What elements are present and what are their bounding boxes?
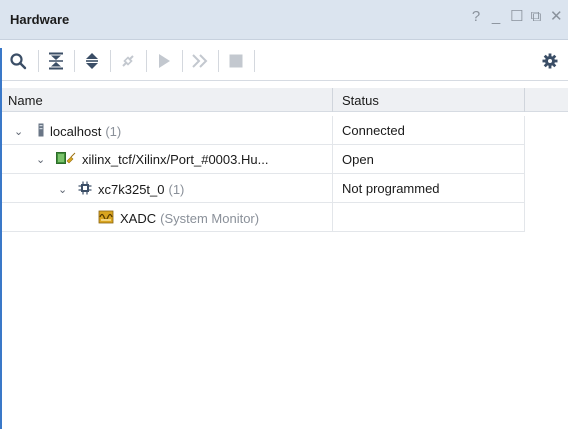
minimize-icon[interactable]: _ [490, 9, 502, 25]
table-header: Name Status [2, 88, 568, 112]
tree-node-localhost: ⌄ localhost (1) [14, 123, 121, 140]
table-row[interactable]: ⌄ xc7k325t_0 (1) Not programmed [2, 174, 525, 203]
tree-node-device: ⌄ xc7k325t_0 (1) [58, 181, 184, 198]
cell-divider [524, 116, 525, 145]
expand-all-icon[interactable] [82, 51, 102, 71]
server-icon [38, 123, 44, 140]
close-icon[interactable]: ✕ [550, 9, 563, 25]
node-count: (1) [105, 124, 122, 139]
float-icon[interactable]: ⧉ [530, 9, 542, 25]
column-divider[interactable] [524, 88, 525, 112]
window-controls: ? _ ☐ ⧉ ✕ [470, 9, 563, 25]
node-count: (1) [168, 182, 185, 197]
node-label: xc7k325t_0 [98, 182, 165, 197]
table-row[interactable]: ⌄ xilinx_tcf/Xilinx/Port_#0003.Hu... Ope… [2, 145, 525, 174]
panel-focus-border [0, 48, 2, 429]
node-label: xilinx_tcf/Xilinx/Port_#0003.Hu... [82, 152, 269, 167]
toolbar-separator [74, 50, 75, 72]
search-icon[interactable] [8, 51, 28, 71]
xadc-icon [98, 210, 114, 227]
tree-node-xadc: XADC (System Monitor) [98, 210, 259, 227]
collapse-all-icon[interactable] [46, 51, 66, 71]
table-row[interactable]: ⌄ localhost (1) Connected [2, 116, 525, 145]
cell-divider [524, 145, 525, 174]
fpga-chip-icon [78, 181, 92, 198]
column-header-status[interactable]: Status [342, 93, 379, 108]
cell-divider [332, 203, 333, 232]
node-label: XADC [120, 211, 157, 226]
tree-node-jtag-target: ⌄ xilinx_tcf/Xilinx/Port_#0003.Hu... [36, 152, 268, 167]
status-cell: Connected [342, 123, 405, 138]
table-row[interactable]: XADC (System Monitor) [2, 203, 525, 232]
chevron-down-icon[interactable]: ⌄ [14, 125, 28, 138]
stop-icon[interactable] [226, 51, 246, 71]
toolbar-separator [254, 50, 255, 72]
node-description: (System Monitor) [160, 211, 260, 226]
status-cell: Open [342, 152, 374, 167]
hardware-panel: Hardware ? _ ☐ ⧉ ✕ Name Status ⌄ localho… [0, 0, 568, 429]
run-icon[interactable] [154, 51, 174, 71]
chevron-down-icon[interactable]: ⌄ [58, 183, 72, 196]
jtag-cable-icon [56, 152, 76, 167]
toolbar-separator [110, 50, 111, 72]
auto-connect-icon[interactable] [118, 51, 138, 71]
settings-icon[interactable] [540, 51, 560, 71]
toolbar-separator [146, 50, 147, 72]
run-all-icon[interactable] [190, 51, 210, 71]
cell-divider [332, 145, 333, 174]
panel-title: Hardware [10, 12, 70, 27]
toolbar [0, 41, 568, 81]
column-divider[interactable] [332, 88, 333, 112]
panel-title-bar: Hardware ? _ ☐ ⧉ ✕ [0, 0, 568, 40]
cell-divider [332, 174, 333, 203]
maximize-icon[interactable]: ☐ [510, 9, 523, 25]
node-label: localhost [50, 124, 102, 139]
chevron-down-icon[interactable]: ⌄ [36, 153, 50, 166]
cell-divider [524, 203, 525, 232]
status-cell: Not programmed [342, 181, 440, 196]
cell-divider [524, 174, 525, 203]
column-header-name[interactable]: Name [8, 93, 43, 108]
toolbar-separator [182, 50, 183, 72]
cell-divider [332, 116, 333, 145]
toolbar-separator [38, 50, 39, 72]
help-icon[interactable]: ? [470, 9, 482, 25]
toolbar-separator [218, 50, 219, 72]
